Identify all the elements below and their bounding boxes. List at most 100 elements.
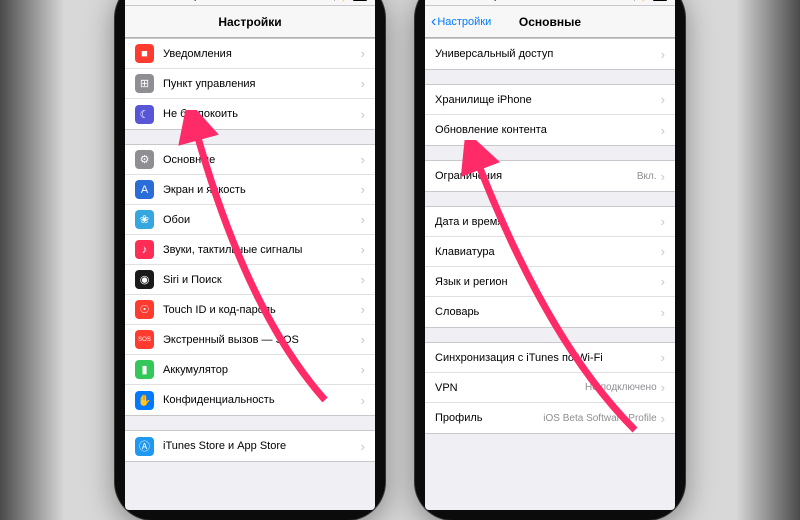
row-icon: ✋ xyxy=(135,391,154,410)
charging-icon: ⚡ xyxy=(340,0,350,2)
settings-row[interactable]: ◉Siri и Поиск› xyxy=(125,265,375,295)
row-icon: ⊞ xyxy=(135,74,154,93)
row-label: Профиль xyxy=(435,412,543,424)
battery-icon xyxy=(353,0,369,1)
settings-row[interactable]: ❀Обои› xyxy=(125,205,375,235)
settings-group: ⒶiTunes Store и App Store› xyxy=(125,430,375,462)
carrier-label: MTS RUS xyxy=(153,0,189,2)
settings-row[interactable]: Хранилище iPhone› xyxy=(425,85,675,115)
row-value: iOS Beta Software Profile xyxy=(543,413,656,424)
chevron-right-icon: › xyxy=(361,242,365,257)
settings-row[interactable]: ■ Уведомления› xyxy=(125,39,375,69)
chevron-right-icon: › xyxy=(661,244,665,259)
settings-list[interactable]: ■Уведомления›⊞Пункт управления›☾Не беспо… xyxy=(125,38,375,510)
row-value: Не подключено xyxy=(585,382,657,393)
settings-row[interactable]: ☉ Touch ID и код-пароль› xyxy=(125,295,375,325)
status-time: 19:39 xyxy=(555,0,575,2)
settings-group: Универсальный доступ› xyxy=(425,38,675,70)
settings-row[interactable]: ☾Не беспокоить› xyxy=(125,99,375,129)
bluetooth-icon: ᚼ xyxy=(632,0,637,2)
row-icon: ▮ xyxy=(135,360,154,379)
chevron-right-icon: › xyxy=(361,302,365,317)
chevron-right-icon: › xyxy=(661,274,665,289)
bluetooth-icon: ᚼ xyxy=(332,0,337,2)
row-label: iTunes Store и App Store xyxy=(163,440,361,452)
settings-row[interactable]: AЭкран и яркость› xyxy=(125,175,375,205)
settings-row[interactable]: ✋ Конфиденциальность› xyxy=(125,385,375,415)
settings-row[interactable]: Синхронизация с iTunes по Wi-Fi› xyxy=(425,343,675,373)
row-label: Язык и регион xyxy=(435,276,661,288)
chevron-right-icon: › xyxy=(361,107,365,122)
back-button[interactable]: ‹ Настройки xyxy=(431,14,491,30)
row-label: Экстренный вызов — SOS xyxy=(163,334,361,346)
chevron-right-icon: › xyxy=(661,380,665,395)
settings-group: Дата и время›Клавиатура›Язык и регион›Сл… xyxy=(425,206,675,328)
chevron-right-icon: › xyxy=(361,46,365,61)
chevron-right-icon: › xyxy=(361,439,365,454)
settings-row[interactable]: Универсальный доступ› xyxy=(425,39,675,69)
chevron-right-icon: › xyxy=(361,76,365,91)
row-label: Touch ID и код-пароль xyxy=(163,304,361,316)
settings-row[interactable]: Язык и регион› xyxy=(425,267,675,297)
settings-group: ОграниченияВкл.› xyxy=(425,160,675,192)
settings-row[interactable]: Обновление контента› xyxy=(425,115,675,145)
row-icon: Ⓐ xyxy=(135,437,154,456)
settings-row[interactable]: ▮Аккумулятор› xyxy=(125,355,375,385)
settings-group: ⚙Основные›AЭкран и яркость›❀Обои›♪Звуки,… xyxy=(125,144,375,416)
row-label: Обновление контента xyxy=(435,124,661,136)
settings-row[interactable]: ⒶiTunes Store и App Store› xyxy=(125,431,375,461)
settings-row[interactable]: ОграниченияВкл.› xyxy=(425,161,675,191)
settings-row[interactable]: SOSЭкстренный вызов — SOS› xyxy=(125,325,375,355)
row-label: Конфиденциальность xyxy=(163,394,361,406)
charging-icon: ⚡ xyxy=(640,0,650,2)
chevron-right-icon: › xyxy=(661,305,665,320)
row-label: Уведомления xyxy=(163,48,361,60)
carrier-label: MTS RUS xyxy=(453,0,489,2)
chevron-left-icon: ‹ xyxy=(431,14,436,30)
screen-right: MTS RUS ⬙ 19:39 ᚼ ⚡ ‹ Настройки Основные… xyxy=(425,0,675,510)
row-value: Вкл. xyxy=(637,171,657,182)
status-right: ᚼ ⚡ xyxy=(632,0,669,2)
row-icon: A xyxy=(135,180,154,199)
chevron-right-icon: › xyxy=(661,47,665,62)
page-title: Настройки xyxy=(218,15,281,29)
row-label: Аккумулятор xyxy=(163,364,361,376)
row-icon: ■ xyxy=(135,44,154,63)
settings-row[interactable]: ПрофильiOS Beta Software Profile › xyxy=(425,403,675,433)
row-label: Клавиатура xyxy=(435,246,661,258)
row-label: Словарь xyxy=(435,306,661,318)
chevron-right-icon: › xyxy=(661,411,665,426)
screen-left: MTS RUS ⬙ 19:39 ᚼ ⚡ Настройки ■Уведомлен… xyxy=(125,0,375,510)
row-label: Обои xyxy=(163,214,361,226)
settings-row[interactable]: Словарь› xyxy=(425,297,675,327)
settings-row[interactable]: ⊞Пункт управления› xyxy=(125,69,375,99)
row-label: Универсальный доступ xyxy=(435,48,661,60)
settings-row[interactable]: VPNНе подключено › xyxy=(425,373,675,403)
settings-group: Хранилище iPhone›Обновление контента› xyxy=(425,84,675,146)
row-icon: ❀ xyxy=(135,210,154,229)
settings-row[interactable]: ⚙Основные› xyxy=(125,145,375,175)
row-label: Синхронизация с iTunes по Wi-Fi xyxy=(435,352,661,364)
settings-row[interactable]: Дата и время› xyxy=(425,207,675,237)
row-label: Ограничения xyxy=(435,170,637,182)
chevron-right-icon: › xyxy=(661,92,665,107)
row-label: Экран и яркость xyxy=(163,184,361,196)
settings-group: Синхронизация с iTunes по Wi-Fi›VPNНе по… xyxy=(425,342,675,434)
row-icon: ☉ xyxy=(135,300,154,319)
settings-row[interactable]: Клавиатура› xyxy=(425,237,675,267)
row-label: Хранилище iPhone xyxy=(435,94,661,106)
status-time: 19:39 xyxy=(255,0,275,2)
row-icon: ◉ xyxy=(135,270,154,289)
chevron-right-icon: › xyxy=(661,214,665,229)
nav-bar: Настройки xyxy=(125,6,375,38)
chevron-right-icon: › xyxy=(361,393,365,408)
phone-left: MTS RUS ⬙ 19:39 ᚼ ⚡ Настройки ■Уведомлен… xyxy=(115,0,385,520)
back-label: Настройки xyxy=(437,16,491,28)
row-label: Дата и время xyxy=(435,216,661,228)
row-label: Звуки, тактильные сигналы xyxy=(163,244,361,256)
general-list[interactable]: Универсальный доступ›Хранилище iPhone›Об… xyxy=(425,38,675,510)
battery-icon xyxy=(653,0,669,1)
row-label: VPN xyxy=(435,382,585,394)
settings-group: ■Уведомления›⊞Пункт управления›☾Не беспо… xyxy=(125,38,375,130)
settings-row[interactable]: ♪Звуки, тактильные сигналы› xyxy=(125,235,375,265)
